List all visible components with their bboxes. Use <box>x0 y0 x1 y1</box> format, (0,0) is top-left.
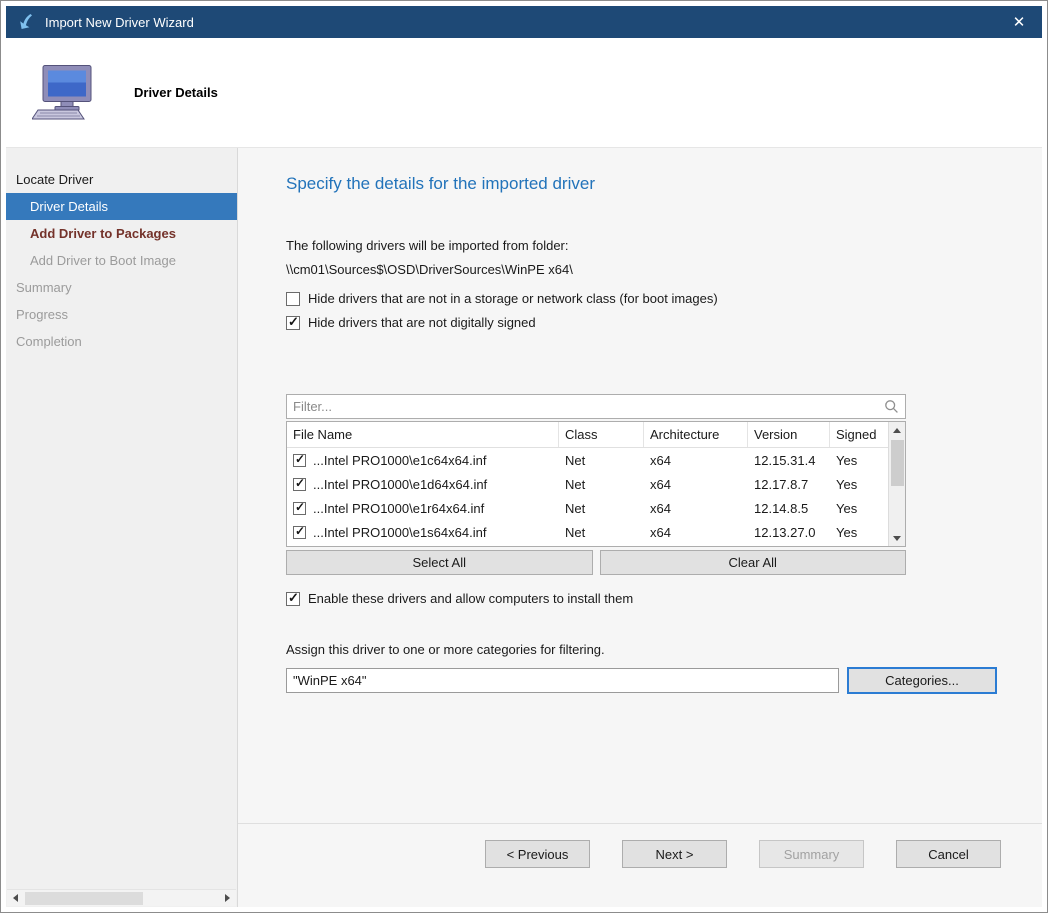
hide-unsigned-label: Hide drivers that are not digitally sign… <box>308 315 536 330</box>
architecture-cell: x64 <box>644 525 748 540</box>
window-title: Import New Driver Wizard <box>45 15 194 30</box>
assign-categories-label: Assign this driver to one or more catego… <box>286 642 1042 657</box>
class-cell: Net <box>559 501 644 516</box>
scroll-right-icon[interactable] <box>219 890 236 907</box>
column-header-signed[interactable]: Signed <box>830 422 888 447</box>
version-cell: 12.15.31.4 <box>748 453 830 468</box>
step-summary[interactable]: Summary <box>6 274 237 301</box>
step-driver-details[interactable]: Driver Details <box>6 193 237 220</box>
wizard-steps: Locate Driver Driver Details Add Driver … <box>6 148 238 907</box>
cancel-button[interactable]: Cancel <box>896 840 1001 868</box>
driver-table: File Name Class Architecture Version Sig… <box>286 421 906 547</box>
wizard-footer: < Previous Next > Summary Cancel <box>238 823 1042 907</box>
version-cell: 12.14.8.5 <box>748 501 830 516</box>
search-icon <box>884 399 899 414</box>
hide-storage-network-row[interactable]: Hide drivers that are not in a storage o… <box>286 291 1042 306</box>
enable-drivers-label: Enable these drivers and allow computers… <box>308 591 633 606</box>
table-row[interactable]: ...Intel PRO1000\e1s64x64.inf Net x64 12… <box>287 520 888 544</box>
version-cell: 12.13.27.0 <box>748 525 830 540</box>
clear-all-button[interactable]: Clear All <box>600 550 907 575</box>
categories-button[interactable]: Categories... <box>847 667 997 694</box>
signed-cell: Yes <box>830 477 888 492</box>
step-progress[interactable]: Progress <box>6 301 237 328</box>
column-header-version[interactable]: Version <box>748 422 830 447</box>
step-completion[interactable]: Completion <box>6 328 237 355</box>
file-name-cell: ...Intel PRO1000\e1s64x64.inf <box>287 525 559 540</box>
scroll-down-icon[interactable] <box>889 530 906 546</box>
hide-storage-network-checkbox[interactable] <box>286 292 300 306</box>
hide-unsigned-row[interactable]: Hide drivers that are not digitally sign… <box>286 315 1042 330</box>
class-cell: Net <box>559 453 644 468</box>
page-title: Driver Details <box>134 85 218 100</box>
file-name-cell: ...Intel PRO1000\e1d64x64.inf <box>287 477 559 492</box>
signed-cell: Yes <box>830 453 888 468</box>
row-checkbox[interactable] <box>293 526 306 539</box>
wizard-window: Import New Driver Wizard ✕ Driver Detail… <box>0 0 1048 913</box>
step-add-driver-to-boot-image[interactable]: Add Driver to Boot Image <box>6 247 237 274</box>
table-header: File Name Class Architecture Version Sig… <box>287 422 888 448</box>
scroll-up-icon[interactable] <box>889 422 906 438</box>
wizard-header: Driver Details <box>6 38 1042 148</box>
row-checkbox[interactable] <box>293 454 306 467</box>
architecture-cell: x64 <box>644 501 748 516</box>
previous-button[interactable]: < Previous <box>485 840 590 868</box>
select-all-button[interactable]: Select All <box>286 550 593 575</box>
summary-button: Summary <box>759 840 864 868</box>
table-row[interactable]: ...Intel PRO1000\e1d64x64.inf Net x64 12… <box>287 472 888 496</box>
filter-box <box>286 394 906 419</box>
horizontal-scrollbar[interactable] <box>7 889 236 906</box>
title-bar: Import New Driver Wizard ✕ <box>6 6 1042 38</box>
folder-label: The following drivers will be imported f… <box>286 238 1042 253</box>
hide-unsigned-checkbox[interactable] <box>286 316 300 330</box>
close-button[interactable]: ✕ <box>996 6 1042 38</box>
enable-drivers-checkbox[interactable] <box>286 592 300 606</box>
categories-input[interactable] <box>286 668 839 693</box>
scroll-left-icon[interactable] <box>7 890 24 907</box>
signed-cell: Yes <box>830 525 888 540</box>
hide-storage-network-label: Hide drivers that are not in a storage o… <box>308 291 718 306</box>
file-name-cell: ...Intel PRO1000\e1r64x64.inf <box>287 501 559 516</box>
select-clear-row: Select All Clear All <box>286 550 906 575</box>
folder-path: \\cm01\Sources$\OSD\DriverSources\WinPE … <box>286 262 1042 277</box>
categories-row: Categories... <box>286 667 1042 694</box>
next-button[interactable]: Next > <box>622 840 727 868</box>
page-content: Specify the details for the imported dri… <box>238 148 1042 907</box>
table-row[interactable]: ...Intel PRO1000\e1r64x64.inf Net x64 12… <box>287 496 888 520</box>
file-name-cell: ...Intel PRO1000\e1c64x64.inf <box>287 453 559 468</box>
row-checkbox[interactable] <box>293 478 306 491</box>
step-locate-driver[interactable]: Locate Driver <box>6 166 237 193</box>
column-header-architecture[interactable]: Architecture <box>644 422 748 447</box>
column-header-file-name[interactable]: File Name <box>287 422 559 447</box>
scrollbar-thumb[interactable] <box>891 440 904 486</box>
computer-icon <box>32 64 96 122</box>
signed-cell: Yes <box>830 501 888 516</box>
import-driver-icon <box>16 12 36 32</box>
class-cell: Net <box>559 477 644 492</box>
enable-drivers-row[interactable]: Enable these drivers and allow computers… <box>286 591 1042 606</box>
class-cell: Net <box>559 525 644 540</box>
step-add-driver-to-packages[interactable]: Add Driver to Packages <box>6 220 237 247</box>
content-heading: Specify the details for the imported dri… <box>286 174 1042 194</box>
column-header-class[interactable]: Class <box>559 422 644 447</box>
row-checkbox[interactable] <box>293 502 306 515</box>
architecture-cell: x64 <box>644 477 748 492</box>
architecture-cell: x64 <box>644 453 748 468</box>
version-cell: 12.17.8.7 <box>748 477 830 492</box>
scrollbar-thumb[interactable] <box>25 892 143 905</box>
table-row[interactable]: ...Intel PRO1000\e1c64x64.inf Net x64 12… <box>287 448 888 472</box>
table-scrollbar[interactable] <box>888 422 905 546</box>
filter-input[interactable] <box>287 395 884 418</box>
